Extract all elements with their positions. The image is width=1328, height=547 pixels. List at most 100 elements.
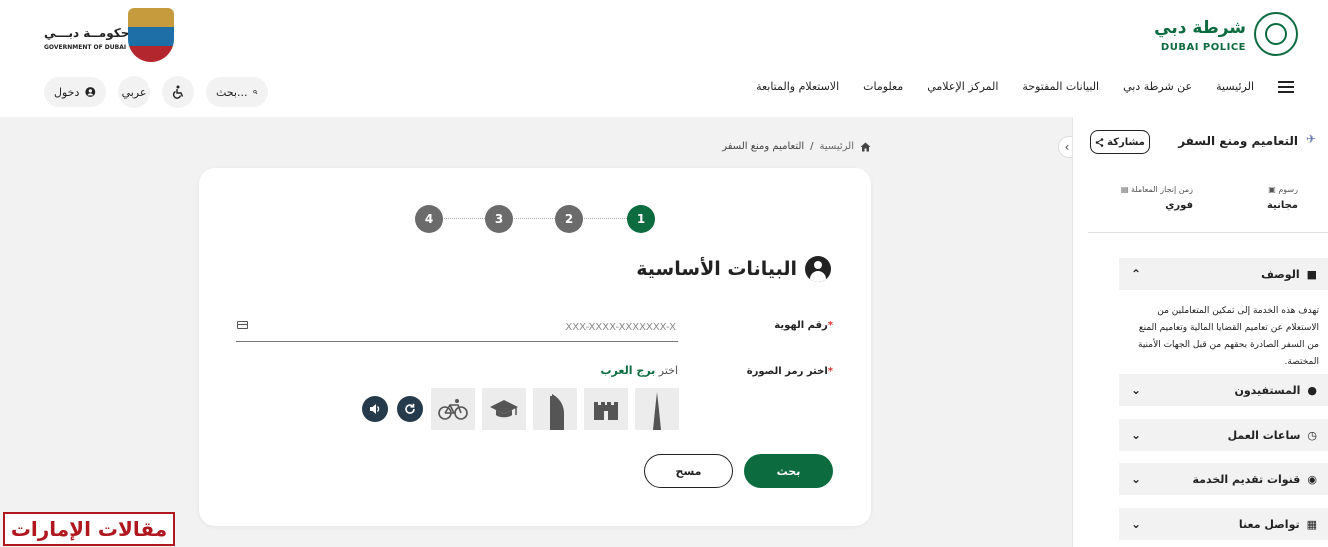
dubai-police-name-ar: شرطة دبي	[1154, 18, 1246, 38]
nav-item-home[interactable]: الرئيسية	[1216, 80, 1254, 93]
breadcrumb-home[interactable]: الرئيسية	[820, 141, 854, 152]
accordion-description-label: الوصف	[1261, 267, 1300, 281]
nav-item-open-data[interactable]: البيانات المفتوحة	[1022, 80, 1099, 93]
login-button[interactable]: دخول	[44, 77, 106, 107]
required-marker: *	[827, 366, 833, 377]
channels-icon: ◉	[1307, 472, 1317, 486]
nav-item-media-center[interactable]: المركز الإعلامي	[927, 80, 998, 93]
share-icon	[1095, 137, 1104, 147]
service-title: التعاميم ومنع السفر	[1178, 134, 1298, 148]
captcha-tiles	[431, 388, 679, 430]
fees-label: رسوم	[1278, 185, 1298, 194]
search-submit-button[interactable]: بحث	[744, 454, 833, 488]
step-2: 2	[555, 205, 583, 233]
breadcrumb: الرئيسية / التعاميم ومنع السفر	[722, 141, 871, 152]
government-of-dubai-logo[interactable]: حكومــة دبـــي GOVERNMENT OF DUBAI	[44, 8, 184, 64]
step-1: 1	[627, 205, 655, 233]
refresh-icon	[405, 403, 415, 414]
accordion-channels[interactable]: ◉ قنوات تقديم الخدمة ⌄	[1119, 463, 1328, 495]
bicycle-icon	[438, 399, 468, 420]
id-label-text: رقم الهوية	[774, 320, 828, 331]
accordion-working-hours[interactable]: ◷ ساعات العمل ⌄	[1119, 419, 1328, 451]
nav-item-information[interactable]: معلومات	[863, 80, 903, 93]
chevron-left-icon: ‹	[1064, 140, 1070, 154]
gov-name-en: GOVERNMENT OF DUBAI	[44, 44, 127, 51]
captcha-tile-graduation-cap[interactable]	[482, 388, 526, 430]
step-4: 4	[415, 205, 443, 233]
captcha-hint: اختر برج العرب	[601, 364, 679, 377]
captcha-field-label: اختر رمز الصورة*	[747, 366, 833, 377]
users-icon: ●	[1307, 383, 1317, 397]
language-button[interactable]: عربي	[118, 76, 150, 108]
accordion-beneficiaries-label: المستفيدون	[1234, 383, 1301, 397]
accordion-contact[interactable]: ▦ تواصل معنا ⌄	[1119, 508, 1328, 540]
form-card: 4 3 2 1 البيانات الأساسية رقم الهوية* اخ…	[199, 168, 871, 526]
chevron-down-icon: ⌄	[1131, 428, 1142, 442]
search-icon	[253, 89, 258, 95]
dubai-police-emblem-icon	[1254, 12, 1298, 56]
chevron-down-icon: ⌄	[1131, 472, 1142, 486]
sidebar-divider	[1088, 232, 1328, 233]
service-icon: ✈	[1306, 132, 1317, 146]
main-nav: الرئيسية عن شرطة دبي البيانات المفتوحة ا…	[756, 80, 1294, 93]
gov-name-ar: حكومــة دبـــي	[44, 26, 130, 40]
watermark-logo: مقالات الإمارات	[3, 512, 175, 546]
captcha-tile-bicycle[interactable]	[431, 388, 475, 430]
site-header: شرطة دبي DUBAI POLICE حكومــة دبـــي GOV…	[0, 0, 1328, 117]
section-title-text: البيانات الأساسية	[636, 258, 797, 280]
chevron-down-icon: ⌄	[1131, 517, 1142, 531]
required-marker: *	[827, 320, 833, 331]
stepper: 4 3 2 1	[415, 205, 655, 233]
accordion-working-hours-label: ساعات العمل	[1227, 428, 1301, 442]
id-card-icon	[237, 321, 248, 329]
header-tools: دخول عربي بحث...	[44, 76, 268, 108]
calendar-icon: ▤	[1120, 185, 1129, 194]
fees-info: ▣ رسوم مجانية	[1267, 185, 1298, 211]
search-button[interactable]: بحث...	[206, 77, 268, 107]
audio-captcha-button[interactable]	[362, 396, 388, 422]
accordion-channels-label: قنوات تقديم الخدمة	[1192, 472, 1301, 486]
time-value: فوري	[1165, 200, 1193, 211]
breadcrumb-separator: /	[810, 141, 814, 152]
nav-item-about[interactable]: عن شرطة دبي	[1123, 80, 1192, 93]
gov-crest-icon	[128, 8, 174, 62]
captcha-tile-fort[interactable]	[584, 388, 628, 430]
id-number-input[interactable]	[236, 314, 678, 342]
document-icon: ■	[1306, 267, 1317, 281]
share-label: مشاركة	[1107, 136, 1145, 148]
section-title: البيانات الأساسية	[636, 256, 831, 282]
speaker-icon	[370, 404, 380, 414]
time-label: زمن إنجاز المعاملة	[1130, 185, 1193, 194]
search-label: بحث...	[216, 85, 248, 99]
nav-item-inquiry[interactable]: الاستعلام والمتابعة	[756, 80, 839, 93]
graduation-cap-icon	[490, 400, 518, 418]
stepper-line	[429, 218, 641, 219]
chevron-up-icon: ⌃	[1131, 267, 1142, 281]
clear-button[interactable]: مسح	[644, 454, 733, 488]
captcha-tile-burj-khalifa[interactable]	[635, 388, 679, 430]
language-label: عربي	[121, 85, 147, 99]
step-3: 3	[485, 205, 513, 233]
user-circle-icon	[805, 256, 831, 282]
clock-icon: ◷	[1307, 428, 1317, 442]
accessibility-icon	[172, 85, 184, 99]
money-icon: ▣	[1268, 185, 1276, 194]
home-icon[interactable]	[860, 142, 871, 152]
accessibility-button[interactable]	[162, 76, 194, 108]
service-sidebar: ✈ التعاميم ومنع السفر مشاركة ▣ رسوم مجان…	[1072, 117, 1328, 547]
captcha-tile-burj-al-arab[interactable]	[533, 388, 577, 430]
captcha-target: برج العرب	[600, 364, 656, 377]
accordion-beneficiaries[interactable]: ● المستفيدون ⌄	[1119, 374, 1328, 406]
accordion-description[interactable]: ■ الوصف ⌃	[1119, 258, 1328, 290]
id-field-label: رقم الهوية*	[774, 320, 833, 331]
hamburger-menu-icon[interactable]	[1278, 80, 1294, 93]
captcha-hint-prefix: اختر	[658, 364, 678, 377]
login-label: دخول	[54, 85, 80, 99]
dubai-police-logo[interactable]: شرطة دبي DUBAI POLICE	[1154, 12, 1298, 62]
fees-value: مجانية	[1266, 200, 1298, 211]
user-circle-icon	[85, 87, 96, 97]
refresh-captcha-button[interactable]	[397, 396, 423, 422]
share-button[interactable]: مشاركة	[1090, 130, 1150, 154]
dubai-police-name-en: DUBAI POLICE	[1160, 42, 1246, 53]
time-info: ▤ زمن إنجاز المعاملة فوري	[1121, 185, 1193, 211]
